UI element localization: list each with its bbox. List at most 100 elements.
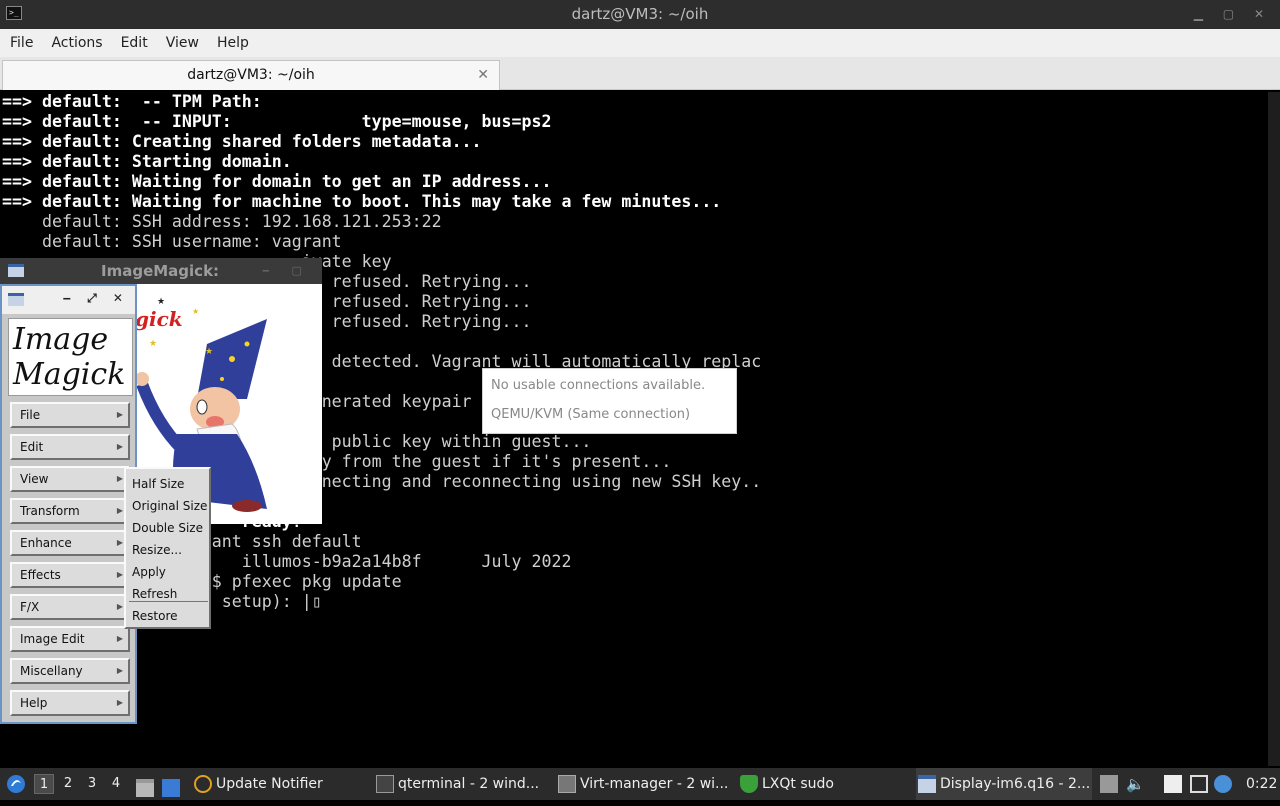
- volume-icon: 🔈: [1126, 775, 1145, 793]
- arrow-right-icon: ▶: [116, 410, 123, 419]
- task-label: Virt-manager - 2 wi...: [580, 776, 729, 792]
- arrow-right-icon: ▶: [116, 474, 123, 483]
- desktop-3[interactable]: 3: [82, 774, 102, 794]
- tray-notification[interactable]: [1214, 768, 1236, 800]
- arrow-right-icon: ▶: [116, 442, 123, 451]
- desktop-icon: [162, 778, 180, 797]
- arrow-right-icon: ▶: [116, 570, 123, 579]
- tray-clipboard[interactable]: [1164, 768, 1186, 800]
- window-controls[interactable]: ‒ ⤢ ✕: [63, 291, 129, 306]
- logo-line-2: Magick: [13, 357, 126, 392]
- notification-icon: [1214, 775, 1232, 793]
- command-window-titlebar[interactable]: ‒ ⤢ ✕: [2, 286, 135, 314]
- menu-actions[interactable]: Actions: [42, 29, 111, 57]
- task-display-im6[interactable]: Display-im6.q16 - 2...: [916, 768, 1092, 800]
- submenu-original-size[interactable]: Original Size: [126, 495, 209, 517]
- scrollbar[interactable]: [1268, 92, 1280, 766]
- folder-icon: [136, 778, 154, 797]
- popup-qemu-kvm[interactable]: QEMU/KVM (Same connection): [491, 407, 690, 422]
- svg-text:★: ★: [192, 307, 199, 316]
- menu-button-image-edit[interactable]: Image Edit ▶: [10, 626, 130, 652]
- menu-view[interactable]: View: [157, 29, 208, 57]
- tray-network[interactable]: [1190, 768, 1212, 800]
- logo-fragment-text: gick: [137, 307, 183, 331]
- menu-edit[interactable]: Edit: [112, 29, 157, 57]
- arrow-right-icon: ▶: [116, 666, 123, 675]
- popup-no-connections: No usable connections available.: [491, 378, 706, 393]
- menu-button-file[interactable]: File ▶: [10, 402, 130, 428]
- menu-button-help[interactable]: Help ▶: [10, 690, 130, 716]
- terminal-line: default: SSH address: 192.168.121.253:22: [2, 212, 442, 231]
- menu-button-fx[interactable]: F/X ▶: [10, 594, 130, 620]
- desktop-1[interactable]: 1: [34, 774, 54, 794]
- svg-text:★: ★: [149, 339, 157, 349]
- imagemagick-display-titlebar[interactable]: ImageMagick: ‒ ▢ ✕: [0, 258, 322, 303]
- connection-popup: No usable connections available. QEMU/KV…: [482, 368, 737, 434]
- terminal-line: ==> default: Starting domain.: [2, 152, 292, 171]
- submenu-restore[interactable]: Restore: [126, 605, 209, 627]
- submenu-half-size[interactable]: Half Size: [126, 473, 209, 495]
- arrow-right-icon: ▶: [116, 698, 123, 707]
- display-title: ImageMagick:: [101, 262, 220, 280]
- task-label: Display-im6.q16 - 2...: [940, 776, 1091, 792]
- terminal-line: ==> default: -- TPM Path:: [2, 92, 262, 111]
- terminal-line: ==> default: Creating shared folders met…: [2, 132, 482, 151]
- desktop-2[interactable]: 2: [58, 774, 78, 794]
- submenu-apply[interactable]: Apply: [126, 561, 209, 583]
- tab-label: dartz@VM3: ~/oih: [187, 67, 315, 83]
- terminal-tab[interactable]: dartz@VM3: ~/oih ✕: [2, 60, 500, 90]
- terminal-line: default: SSH username: vagrant: [2, 232, 342, 251]
- task-lxqt-sudo[interactable]: LXQt sudo: [738, 768, 908, 800]
- imagemagick-command-window: ‒ ⤢ ✕ Image Magick File ▶ Edit ▶ View ▶ Tra…: [0, 284, 137, 724]
- submenu-resize[interactable]: Resize...: [126, 539, 209, 561]
- arrow-right-icon: ▶: [116, 602, 123, 611]
- menu-button-effects[interactable]: Effects ▶: [10, 562, 130, 588]
- show-desktop-quicklaunch[interactable]: [162, 768, 184, 800]
- arrow-right-icon: ▶: [116, 538, 123, 547]
- task-update-notifier[interactable]: Update Notifier: [192, 768, 362, 800]
- menu-button-edit[interactable]: Edit ▶: [10, 434, 130, 460]
- terminal-titlebar[interactable]: >_ dartz@VM3: ~/oih ▁ ▢ ✕: [0, 0, 1280, 29]
- task-virt-manager[interactable]: Virt-manager - 2 wi...: [556, 768, 729, 800]
- window-icon: [8, 264, 24, 277]
- terminal-line: ==> default: Waiting for domain to get a…: [2, 172, 552, 191]
- terminal-icon: [376, 775, 394, 793]
- arrow-right-icon: ▶: [116, 634, 123, 643]
- task-label: LXQt sudo: [762, 776, 834, 792]
- main-menu-button[interactable]: [6, 768, 26, 800]
- arrow-right-icon: ▶: [116, 506, 123, 515]
- window-icon: [8, 293, 24, 306]
- view-submenu: Half Size Original Size Double Size Resi…: [124, 467, 211, 629]
- window-controls[interactable]: ▁ ▢ ✕: [1194, 0, 1272, 29]
- clipboard-icon: [1164, 775, 1182, 793]
- virt-manager-icon: [558, 775, 576, 793]
- imagemagick-logo: Image Magick: [8, 318, 133, 396]
- menubar: File Actions Edit View Help: [0, 29, 1280, 57]
- clock[interactable]: 0:22: [1246, 768, 1277, 800]
- taskbar: 1 2 3 4 Update Notifier qterminal - 2 wi…: [0, 768, 1280, 800]
- desktop-4[interactable]: 4: [106, 774, 126, 794]
- menu-button-miscellany[interactable]: Miscellany ▶: [10, 658, 130, 684]
- file-manager-quicklaunch[interactable]: [136, 768, 158, 800]
- task-qterminal[interactable]: qterminal - 2 wind...: [374, 768, 544, 800]
- shield-check-icon: [740, 775, 758, 793]
- task-label: Update Notifier: [216, 776, 323, 792]
- window-title: dartz@VM3: ~/oih: [571, 5, 709, 23]
- terminal-line: ==> default: Waiting for machine to boot…: [2, 192, 722, 211]
- terminal-line: ==> default: -- INPUT: type=mouse, bus=p…: [2, 112, 552, 131]
- tab-bar: dartz@VM3: ~/oih ✕: [0, 57, 1280, 90]
- lxqt-logo-icon: [7, 775, 25, 793]
- menu-button-view[interactable]: View ▶: [10, 466, 130, 492]
- tray-drive[interactable]: [1100, 768, 1122, 800]
- menu-button-enhance[interactable]: Enhance ▶: [10, 530, 130, 556]
- submenu-double-size[interactable]: Double Size: [126, 517, 209, 539]
- menu-button-transform[interactable]: Transform ▶: [10, 498, 130, 524]
- window-icon: [918, 775, 936, 793]
- svg-text:★: ★: [157, 297, 165, 307]
- menu-file[interactable]: File: [0, 29, 42, 57]
- submenu-divider: [129, 601, 208, 602]
- tray-volume[interactable]: 🔈: [1126, 768, 1148, 800]
- close-icon[interactable]: ✕: [477, 61, 489, 89]
- menu-help[interactable]: Help: [208, 29, 258, 57]
- task-label: qterminal - 2 wind...: [398, 776, 540, 792]
